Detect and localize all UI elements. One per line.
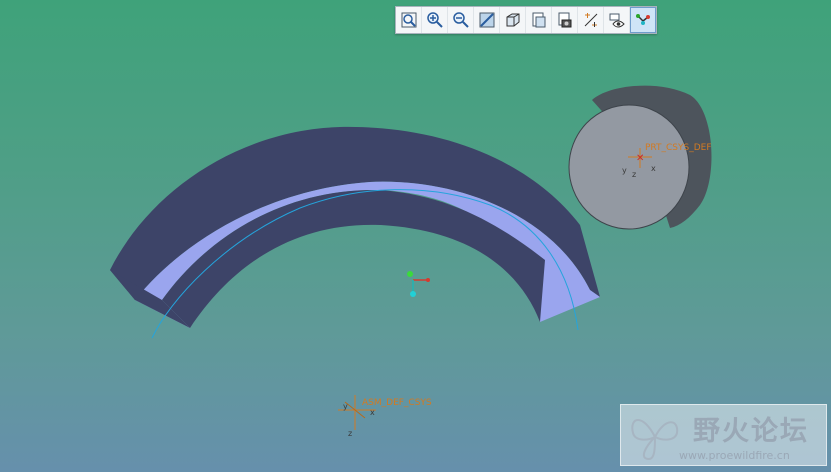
saved-views-button[interactable]	[526, 7, 552, 33]
repaint-button[interactable]	[474, 7, 500, 33]
spin-center-icon	[636, 14, 650, 25]
datum-display-button[interactable]	[578, 7, 604, 33]
zoom-fit-icon	[401, 12, 416, 28]
graphics-viewport[interactable]: ✕ PRT_CSYS_DEF y z x ASM_DEF_CSYS y x z	[0, 0, 831, 472]
annotation-display-button[interactable]	[604, 7, 630, 33]
zoom-out-button[interactable]	[448, 7, 474, 33]
display-style-icon	[506, 13, 519, 27]
arch-part[interactable]	[110, 126, 600, 339]
assembly-csys-label: ASM_DEF_CSYS	[362, 398, 432, 408]
cylinder-csys-label: PRT_CSYS_DEF	[645, 143, 712, 153]
graphics-toolbar	[395, 6, 657, 34]
view-manager-button[interactable]	[552, 7, 578, 33]
zoom-out-icon	[452, 12, 469, 28]
assembly-axis-x-label: x	[370, 408, 375, 417]
cylinder-axis-x-label: x	[651, 164, 656, 173]
zoom-in-button[interactable]	[422, 7, 448, 33]
origin-triad	[407, 271, 430, 297]
cylinder-axis-y-label: y	[622, 166, 627, 175]
watermark-url: www.proewildfire.cn	[679, 449, 790, 462]
assembly-axis-y-label: y	[343, 402, 348, 411]
refit-button[interactable]	[396, 7, 422, 33]
cylinder-face	[568, 104, 690, 230]
saved-views-icon	[532, 12, 545, 28]
assembly-axis-z-label: z	[348, 429, 353, 438]
zoom-in-icon	[426, 12, 443, 28]
datum-display-icon	[584, 13, 597, 27]
cylinder-csys-marker: ✕	[636, 153, 644, 164]
cylinder-part[interactable]: ✕	[568, 85, 712, 230]
watermark-title: 野火论坛	[693, 416, 809, 447]
cylinder-axis-z-label: z	[632, 170, 637, 179]
spin-center-button[interactable]	[630, 7, 656, 33]
forum-watermark: 野火论坛 www.proewildfire.cn	[620, 404, 827, 466]
view-manager-icon	[558, 12, 571, 28]
display-style-button[interactable]	[500, 7, 526, 33]
annotation-display-icon	[609, 13, 625, 28]
repaint-icon	[479, 12, 494, 28]
butterfly-logo-icon	[631, 419, 679, 461]
